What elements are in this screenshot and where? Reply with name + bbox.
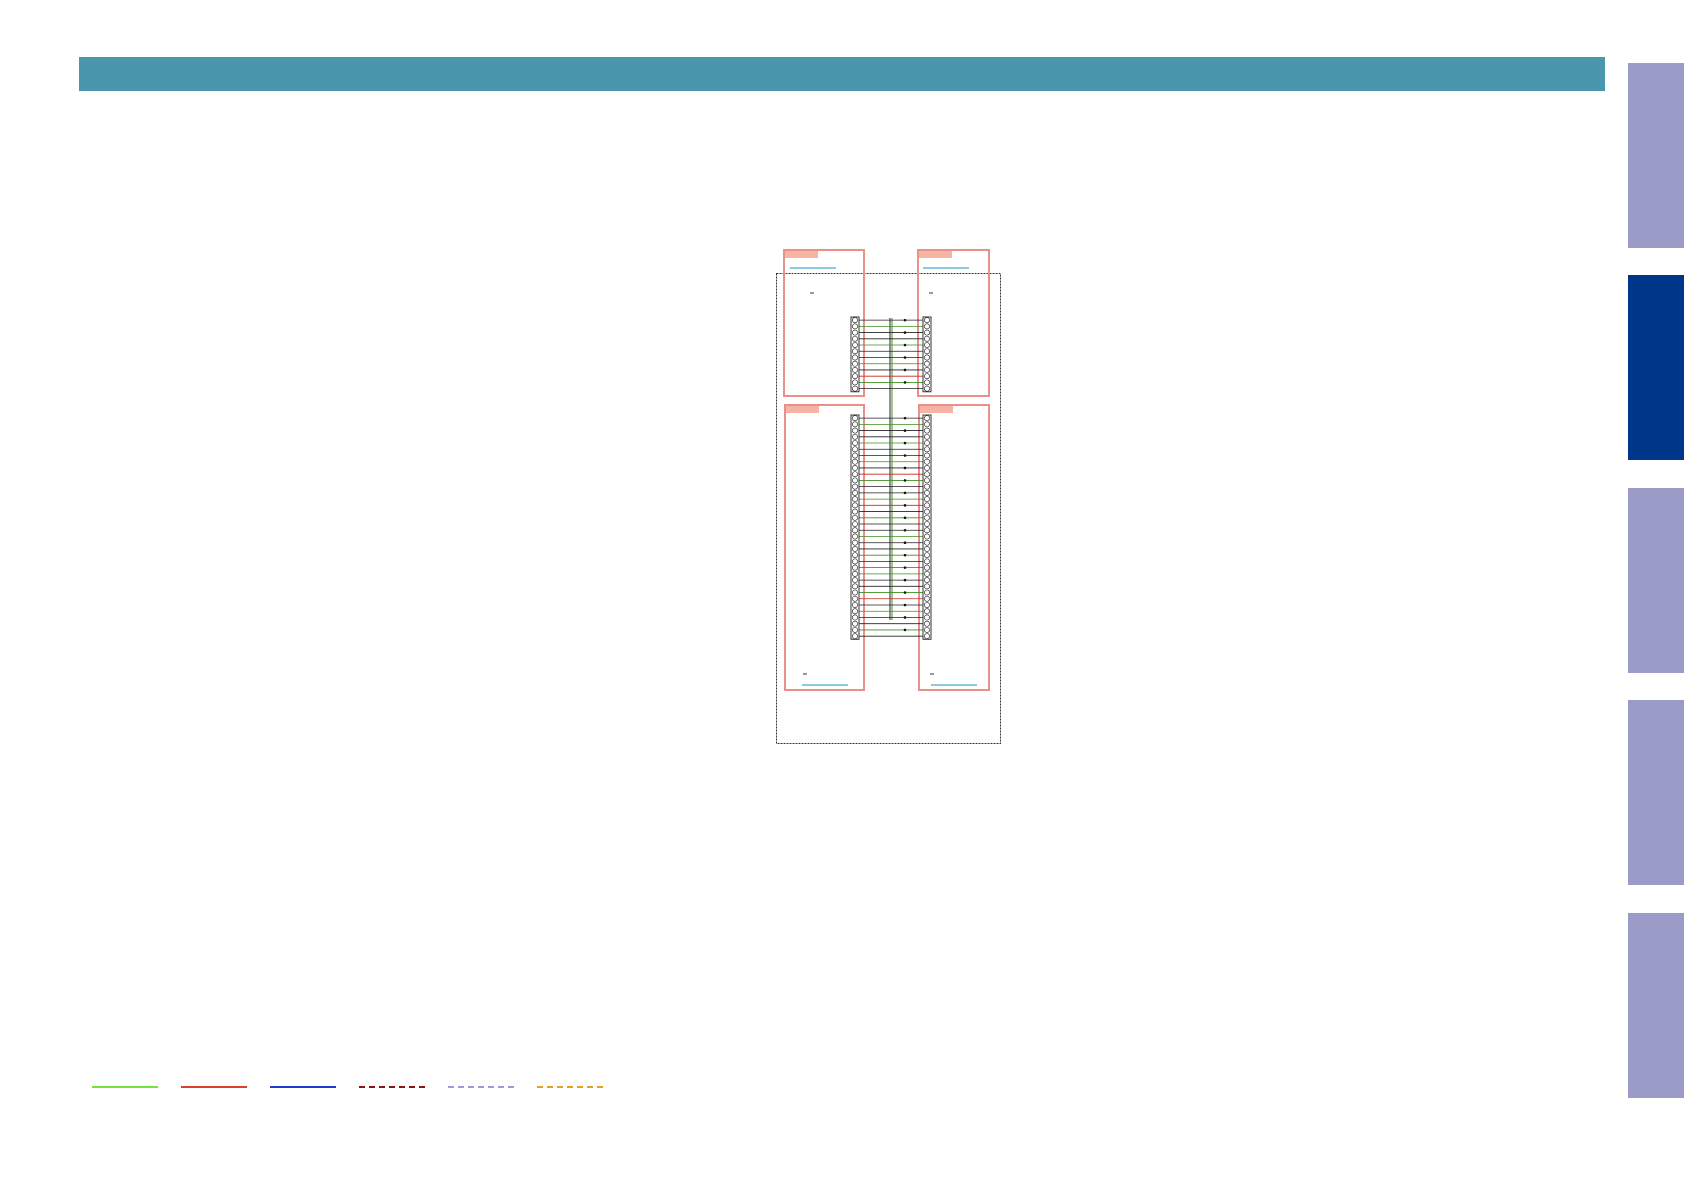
lower-junction-1 — [903, 416, 907, 420]
upper-junction-11 — [903, 381, 907, 384]
side-tab-3[interactable] — [1628, 488, 1684, 673]
lower-junction-25 — [903, 566, 907, 569]
enclosure-outline — [776, 273, 1001, 744]
lower-junction-31 — [903, 603, 907, 607]
lower-junction-3 — [903, 429, 907, 432]
lower-junction-33 — [903, 616, 907, 619]
upper-right-connector-housing — [922, 316, 932, 393]
upper-junction-3 — [903, 331, 907, 334]
lower-junction-7 — [903, 454, 907, 457]
lower-junction-21 — [903, 541, 907, 545]
lower-junction-19 — [903, 528, 907, 532]
legend-line-5 — [448, 1086, 514, 1088]
side-tab-5[interactable] — [1628, 913, 1684, 1098]
lower-junction-27 — [903, 578, 907, 582]
legend-line-4 — [359, 1086, 425, 1088]
legend-line-2 — [181, 1086, 247, 1088]
upper-junction-7 — [903, 356, 907, 359]
header-bar — [79, 57, 1605, 91]
lower-junction-15 — [903, 504, 907, 507]
legend-line-3 — [270, 1086, 336, 1088]
wire-harness — [855, 318, 927, 637]
upper-junction-5 — [903, 343, 907, 347]
wiring-schematic — [776, 249, 1001, 744]
lower-junction-9 — [903, 466, 907, 470]
side-tab-4[interactable] — [1628, 700, 1684, 885]
lower-junction-29 — [903, 591, 907, 594]
lower-junction-35 — [903, 628, 907, 632]
side-tab-1[interactable] — [1628, 63, 1684, 248]
upper-junction-1 — [903, 318, 907, 322]
side-tab-2[interactable] — [1628, 275, 1684, 460]
lower-junction-13 — [903, 491, 907, 495]
lower-junction-5 — [903, 441, 907, 445]
lower-junction-17 — [903, 516, 907, 520]
upper-left-connector-housing — [850, 316, 860, 393]
legend-line-6 — [537, 1086, 603, 1088]
lower-junction-11 — [903, 479, 907, 482]
lower-junction-23 — [903, 553, 907, 557]
upper-junction-9 — [903, 368, 907, 372]
legend-line-1 — [92, 1086, 158, 1088]
